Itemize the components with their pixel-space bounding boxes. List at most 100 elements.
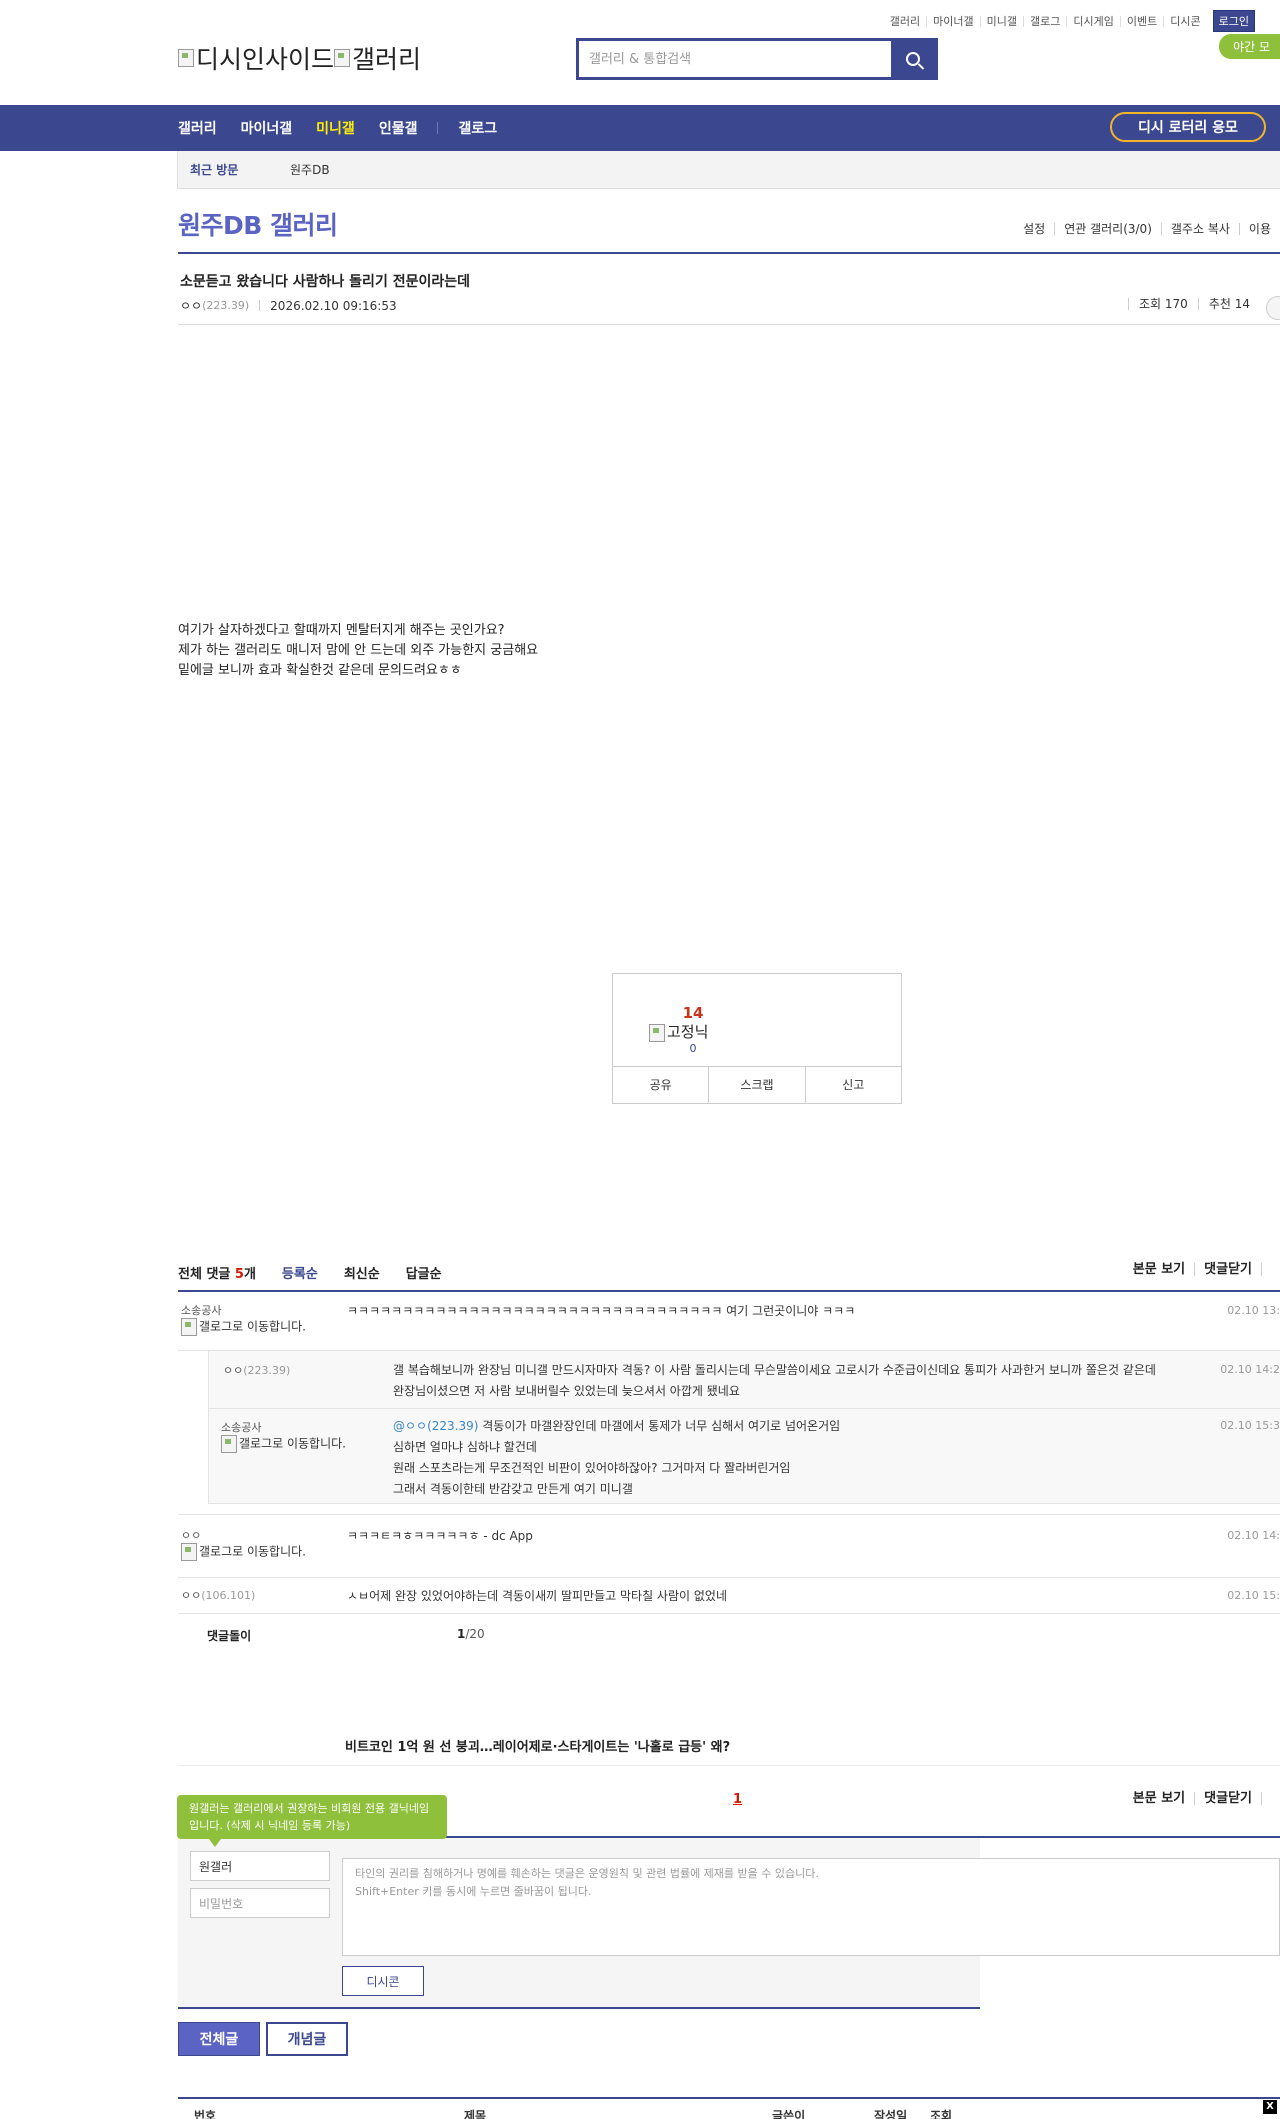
util-link-dcgame[interactable]: 디시게임 xyxy=(1066,15,1119,27)
nickname-tooltip: 원갤러는 갤러리에서 권장하는 비회원 전용 갤닉네임입니다. (삭제 시 닉네… xyxy=(177,1795,447,1847)
lotto-button[interactable]: 디시 로터리 응모 xyxy=(1110,112,1266,142)
scrap-button[interactable]: 스크랩 xyxy=(708,1067,804,1103)
broken-image-icon xyxy=(181,1543,197,1561)
close-icon[interactable]: X xyxy=(1263,2100,1277,2114)
recent-visit-gallery[interactable]: 원주DB xyxy=(290,161,330,178)
divider xyxy=(259,300,261,311)
recent-visit-title[interactable]: 최근 방문 xyxy=(190,161,290,178)
main-nav: 갤러리 마이너갤 미니갤 인물갤 갤로그 디시 로터리 응모 xyxy=(0,105,1280,151)
post-body-line: 제가 하는 갤러리도 매니저 맘에 안 드는데 외주 가능한지 궁금해요 xyxy=(178,643,539,658)
util-link-mini[interactable]: 미니갤 xyxy=(979,15,1023,27)
broken-image-icon xyxy=(221,1435,237,1453)
close-comments-button[interactable]: 댓글닫기 xyxy=(1194,1263,1261,1276)
tab-all-posts[interactable]: 전체글 xyxy=(178,2022,260,2056)
nav-divider xyxy=(437,122,439,134)
col-writer: 글쓴이 xyxy=(772,2109,806,2119)
post-writer-ip: (223.39) xyxy=(202,299,250,312)
news-headline-link[interactable]: 비트코인 1억 원 선 붕괴…레이어제로·스타게이트는 '나홀로 급등' 왜? xyxy=(345,1736,730,1755)
nav-person[interactable]: 인물갤 xyxy=(379,118,418,138)
search-input[interactable] xyxy=(579,41,891,77)
comment-writer[interactable]: ㅇㅇ(223.39) xyxy=(223,1364,290,1378)
search-bar xyxy=(576,38,938,80)
col-date: 작성일 xyxy=(874,2109,908,2119)
divider xyxy=(178,1765,1280,1766)
comment-writer[interactable]: ㅇㅇ(106.101) xyxy=(181,1589,255,1603)
util-link-event[interactable]: 이벤트 xyxy=(1119,15,1163,27)
fixed-nick-alt: 고정닉 xyxy=(667,1023,709,1041)
nickname-input[interactable]: 원갤러 xyxy=(190,1851,330,1881)
gallery-title[interactable]: 원주DB 갤러리 xyxy=(178,206,338,242)
comment-date: 02.10 15: xyxy=(1227,1589,1280,1602)
logo-gallery-alt-text: 갤러리 xyxy=(352,45,422,74)
util-link-gallog[interactable]: 갤로그 xyxy=(1023,15,1066,27)
sort-registered[interactable]: 등록순 xyxy=(282,1263,318,1282)
recommend-box: 14 고정닉 0 공유 스크랩 신고 xyxy=(612,973,902,1104)
related-gallery-link[interactable]: 연관 갤러리(3/0) xyxy=(1054,223,1161,235)
comment-writer[interactable]: ㅇㅇ 갤로그로 이동합니다. xyxy=(181,1529,331,1561)
divider xyxy=(1261,1263,1280,1276)
report-button[interactable]: 신고 xyxy=(804,1067,901,1103)
nav-minor[interactable]: 마이너갤 xyxy=(241,118,293,138)
fixed-nick-recommend[interactable]: 고정닉 xyxy=(649,1021,708,1042)
divider xyxy=(208,1408,1280,1409)
comment-writer[interactable]: 소송공사 갤로그로 이동합니다. xyxy=(221,1421,371,1453)
util-link-minor[interactable]: 마이너갤 xyxy=(926,15,979,27)
broken-image-icon xyxy=(178,49,194,67)
gallog-image[interactable]: 갤로그로 이동합니다. xyxy=(181,1543,331,1561)
recommend-count: 14 xyxy=(682,1004,704,1022)
util-link-dccon[interactable]: 디시콘 xyxy=(1163,15,1206,27)
post-info: ㅇㅇ (223.39) 2026.02.10 09:16:53 xyxy=(180,297,397,314)
post-body: 여기가 살자하겠다고 할때까지 멘탈터지게 해주는 곳인가요? 제가 하는 갤러… xyxy=(178,621,538,681)
dccon-button[interactable]: 디시콘 xyxy=(342,1966,424,1996)
site-logo[interactable]: 디시인사이드 갤러리 xyxy=(178,40,421,76)
post-list-header: 번호 제목 글쓴이 작성일 조회 xyxy=(178,2107,1280,2119)
comment-date: 02.10 13: xyxy=(1227,1304,1280,1317)
usage-link[interactable]: 이용 xyxy=(1238,223,1280,235)
sort-replies[interactable]: 답글순 xyxy=(406,1263,442,1282)
close-comments-button[interactable]: 댓글닫기 xyxy=(1194,1792,1261,1805)
divider xyxy=(178,2097,1280,2099)
divider xyxy=(178,1577,1280,1578)
util-link-gallery[interactable]: 갤러리 xyxy=(884,16,926,27)
post-views: 조회 170 xyxy=(1128,298,1198,310)
gallog-image[interactable]: 갤로그로 이동합니다. xyxy=(181,1318,331,1336)
nav-gallery[interactable]: 갤러리 xyxy=(178,118,217,138)
comment-count: 5 xyxy=(234,1267,244,1282)
gallery-settings-link[interactable]: 설정 xyxy=(1014,223,1054,235)
divider xyxy=(178,252,1280,254)
mention-link[interactable]: @ㅇㅇ(223.39) xyxy=(393,1419,478,1433)
copy-address-link[interactable]: 갤주소 복사 xyxy=(1160,223,1239,235)
comment-text: ㅋㅋㅋㅌㅋㅎㅋㅋㅋㅋㅋㅎ - dc App xyxy=(347,1529,533,1543)
post-more-button[interactable] xyxy=(1266,296,1280,320)
post-recommends: 추천 14 xyxy=(1197,298,1260,310)
view-body-button[interactable]: 본문 보기 xyxy=(1124,1263,1194,1276)
gallog-image[interactable]: 갤로그로 이동합니다. xyxy=(221,1435,371,1453)
divider xyxy=(1261,1792,1280,1805)
comment-page-1[interactable]: 1 xyxy=(733,1792,742,1807)
login-button[interactable]: 로그인 xyxy=(1212,10,1255,32)
search-button[interactable] xyxy=(891,41,935,77)
comment-date: 02.10 14: xyxy=(1227,1529,1280,1542)
post-writer[interactable]: ㅇㅇ xyxy=(180,297,202,314)
fixed-nick-count: 0 xyxy=(689,1042,697,1055)
col-views: 조회 xyxy=(930,2109,953,2119)
password-input[interactable]: 비밀번호 xyxy=(190,1888,330,1918)
comment-writer[interactable]: 소송공사 갤로그로 이동합니다. xyxy=(181,1304,331,1336)
comment-dolly-label[interactable]: 댓글돌이 xyxy=(207,1627,251,1644)
view-body-button[interactable]: 본문 보기 xyxy=(1124,1792,1194,1805)
nav-gallog[interactable]: 갤로그 xyxy=(458,118,497,138)
recent-visit-bar: 최근 방문 원주DB xyxy=(177,151,1280,189)
divider xyxy=(178,324,1280,325)
gallery-options: 설정 연관 갤러리(3/0) 갤주소 복사 이용 xyxy=(1014,223,1280,235)
col-number: 번호 xyxy=(194,2109,217,2119)
comment-textarea[interactable]: 타인의 권리를 침해하거나 명예를 훼손하는 댓글은 운영원칙 및 관련 법률에… xyxy=(342,1858,1280,1956)
night-mode-toggle[interactable]: 야간 모 xyxy=(1219,34,1280,59)
tab-concept-posts[interactable]: 개념글 xyxy=(266,2022,348,2056)
comment-options-bottom: 본문 보기 댓글닫기 xyxy=(1124,1792,1280,1805)
comment-count-label: 전체 댓글 5개 xyxy=(178,1267,256,1282)
nav-mini[interactable]: 미니갤 xyxy=(316,118,355,138)
logo-alt-text: 디시인사이드 xyxy=(196,45,335,74)
sort-latest[interactable]: 최신순 xyxy=(344,1263,380,1282)
comment-text: ㅋㅋㅋㅋㅋㅋㅋㅋㅋㅋㅋㅋㅋㅋㅋㅋㅋㅋㅋㅋㅋㅋㅋㅋㅋㅋㅋㅋㅋㅋㅋㅋㅋㅋ 여기 그런… xyxy=(347,1304,856,1318)
share-button[interactable]: 공유 xyxy=(613,1067,708,1103)
